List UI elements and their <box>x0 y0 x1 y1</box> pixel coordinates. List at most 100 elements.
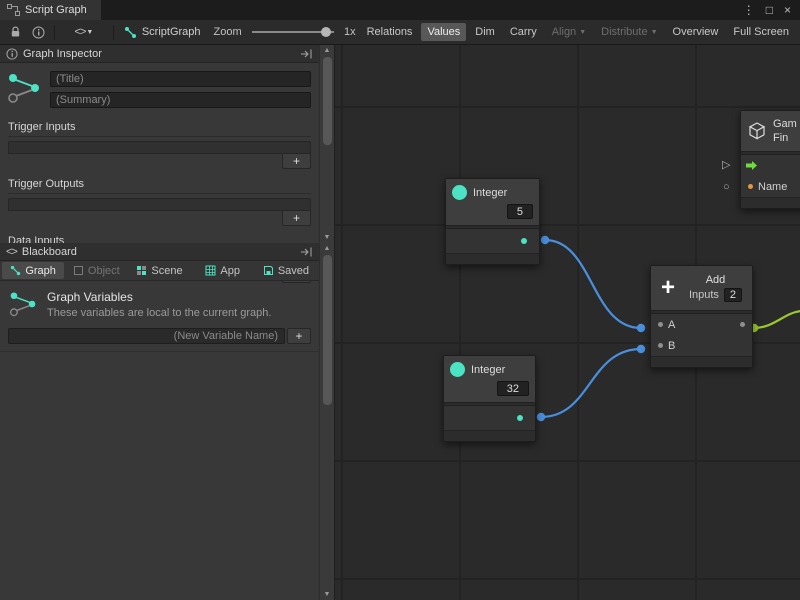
flow-input-port-hollow[interactable]: ▷ <box>722 158 730 171</box>
integer-type-icon <box>450 362 465 377</box>
add-variable-button[interactable]: + <box>287 328 311 344</box>
wire-integer5-to-add-a[interactable] <box>545 240 641 328</box>
values-label: Values <box>427 26 460 38</box>
window-menu-icon[interactable]: ⋮ <box>743 3 755 17</box>
graph-name-field[interactable]: ScriptGraph <box>120 24 209 41</box>
output-port[interactable] <box>517 415 523 421</box>
blackboard-scroll-thumb[interactable] <box>323 255 332 405</box>
relations-label: Relations <box>367 26 413 38</box>
overview-label: Overview <box>673 26 719 38</box>
tab-object[interactable]: Object <box>65 262 127 279</box>
relations-button[interactable]: Relations <box>361 23 419 41</box>
node-title-line1: Gam <box>773 117 797 131</box>
integer-value-field[interactable]: 5 <box>507 204 533 219</box>
align-button[interactable]: Align ▼ <box>546 23 592 41</box>
graph-variables-icon <box>8 290 38 318</box>
inspector-scrollbar[interactable]: ▲ ▼ <box>319 45 334 243</box>
output-port[interactable] <box>521 238 527 244</box>
port-row-b: B <box>651 335 752 356</box>
wire-endpoint-blue[interactable] <box>537 413 545 421</box>
flow-arrow-icon[interactable] <box>746 161 758 170</box>
blackboard-panel: <> Blackboard Graph <box>0 243 334 600</box>
node-header: Integer 32 <box>444 356 535 402</box>
inspector-scroll-thumb[interactable] <box>323 57 332 145</box>
tab-saved[interactable]: Saved <box>255 262 317 279</box>
node-footer <box>741 197 800 208</box>
tab-graph[interactable]: Graph <box>2 262 64 279</box>
node-integer-5[interactable]: Integer 5 <box>445 178 540 265</box>
overview-button[interactable]: Overview <box>667 23 725 41</box>
code-icon: <> <box>75 26 86 38</box>
wire-endpoint-blue[interactable] <box>637 345 645 353</box>
scroll-up-icon[interactable]: ▲ <box>324 47 331 54</box>
wire-endpoint-blue[interactable] <box>541 236 549 244</box>
info-button[interactable] <box>28 23 48 42</box>
flow-port-row <box>741 155 800 176</box>
output-port-sum[interactable] <box>740 322 745 327</box>
node-add[interactable]: + Add Inputs 2 A B <box>650 265 753 368</box>
tab-graph-label: Graph <box>25 265 56 277</box>
graph-title-block <box>0 63 319 112</box>
node-footer <box>446 253 539 264</box>
values-button[interactable]: Values <box>421 23 466 41</box>
node-integer-32[interactable]: Integer 32 <box>443 355 536 442</box>
value-input-port-hollow[interactable]: ○ <box>723 181 730 193</box>
blackboard-scrollbar[interactable]: ▲ ▼ <box>319 243 334 600</box>
align-label: Align <box>552 26 576 38</box>
add-trigger-output-button[interactable]: + <box>282 211 311 226</box>
distribute-button[interactable]: Distribute ▼ <box>595 23 663 41</box>
scroll-up-icon[interactable]: ▲ <box>324 245 331 252</box>
node-title: Add <box>685 274 746 286</box>
dock-icon[interactable] <box>301 49 313 59</box>
tab-scene[interactable]: Scene <box>128 262 190 279</box>
window-maximize-icon[interactable]: □ <box>766 3 773 17</box>
scroll-down-icon[interactable]: ▼ <box>324 234 331 241</box>
scroll-down-icon[interactable]: ▼ <box>324 591 331 598</box>
window-close-icon[interactable]: × <box>784 3 791 17</box>
integer-value-field[interactable]: 32 <box>497 381 529 396</box>
graph-toolbar: <> ▼ ScriptGraph Zoom 1x Relations Value… <box>0 20 800 45</box>
carry-button[interactable]: Carry <box>504 23 543 41</box>
add-trigger-input-button[interactable]: + <box>282 154 311 169</box>
input-port-b[interactable] <box>658 343 663 348</box>
chevron-down-icon: ▼ <box>651 29 658 36</box>
graph-canvas[interactable]: Integer 5 Integer 32 <box>335 45 800 600</box>
tab-object-label: Object <box>88 265 120 277</box>
zoom-slider-knob[interactable] <box>321 27 331 37</box>
node-title-line2: Fin <box>773 131 797 145</box>
input-port-a[interactable] <box>658 322 663 327</box>
zoom-slider[interactable] <box>252 31 334 33</box>
node-title: Integer <box>471 364 505 376</box>
node-partial-find[interactable]: Gam Fin Name <box>740 110 800 209</box>
wire-endpoint-blue[interactable] <box>637 324 645 332</box>
chevron-down-icon: ▼ <box>86 29 93 36</box>
graph-summary-input[interactable] <box>50 92 311 108</box>
lock-button[interactable] <box>5 23 25 42</box>
graph-title-input[interactable] <box>50 71 311 87</box>
inputs-count-field[interactable]: 2 <box>724 288 742 302</box>
scene-icon <box>136 265 147 276</box>
new-variable-input[interactable] <box>8 328 285 344</box>
dock-icon[interactable] <box>301 247 313 257</box>
window-controls: ⋮ □ × <box>743 0 800 20</box>
graph-tab-icon <box>10 265 21 276</box>
name-input-port[interactable] <box>748 184 753 189</box>
full-screen-button[interactable]: Full Screen <box>727 23 795 41</box>
window-tab-script-graph[interactable]: Script Graph <box>0 0 101 20</box>
wire-integer32-to-add-b[interactable] <box>541 349 641 417</box>
tab-app[interactable]: App <box>192 262 254 279</box>
add-operator-icon: + <box>657 277 679 299</box>
distribute-label: Distribute <box>601 26 647 38</box>
toolbar-separator <box>113 25 114 40</box>
graph-inspector-header: Graph Inspector <box>0 45 319 63</box>
node-title: Integer <box>473 187 507 199</box>
wire-add-output[interactable] <box>753 311 800 328</box>
dim-button[interactable]: Dim <box>469 23 501 41</box>
script-graph-tab-icon <box>7 4 20 16</box>
node-header: + Add Inputs 2 <box>651 266 752 310</box>
tab-scene-label: Scene <box>151 265 182 277</box>
graph-asset-picker-button[interactable]: <> ▼ <box>61 23 107 42</box>
trigger-inputs-list[interactable] <box>8 141 311 154</box>
tab-saved-label: Saved <box>278 265 309 277</box>
trigger-outputs-list[interactable] <box>8 198 311 211</box>
